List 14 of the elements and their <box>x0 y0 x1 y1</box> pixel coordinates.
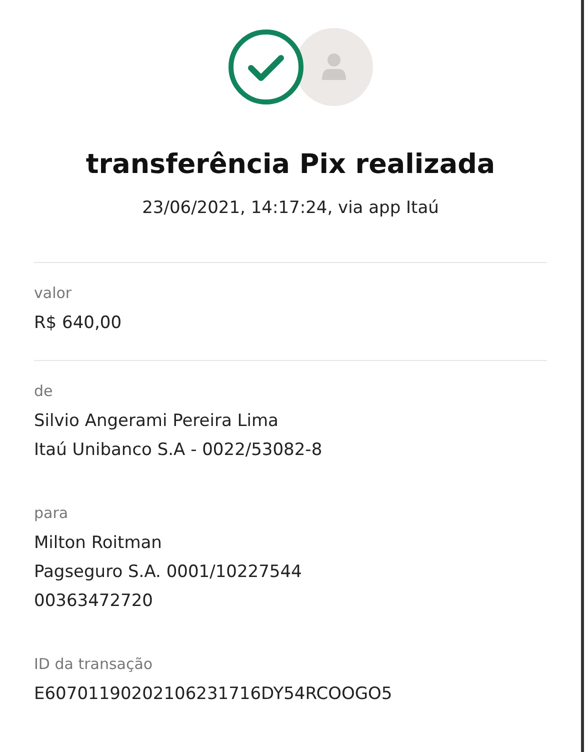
field-value: R$ 640,00 <box>34 312 123 335</box>
field-value: 00363472720 <box>34 590 154 613</box>
field-label: valor <box>34 283 73 303</box>
field-label: ID da transação <box>34 654 154 674</box>
field-value: Silvio Angerami Pereira Lima <box>34 410 280 433</box>
field-value: E60701190202106231716DY54RCOOGO5 <box>34 683 394 706</box>
field-value: Itaú Unibanco S.A - 0022/53082-8 <box>34 439 324 462</box>
field-label: para <box>34 503 70 523</box>
field-value: Pagseguro S.A. 0001/10227544 <box>34 561 303 584</box>
field-label: de <box>34 381 54 401</box>
transfer-datetime: 23/06/2021, 14:17:24, via app Itaú <box>141 198 440 218</box>
field-value: Milton Roitman <box>34 532 163 555</box>
check-circle-icon <box>226 28 304 106</box>
page-title: transferência Pix realizada <box>84 148 496 181</box>
